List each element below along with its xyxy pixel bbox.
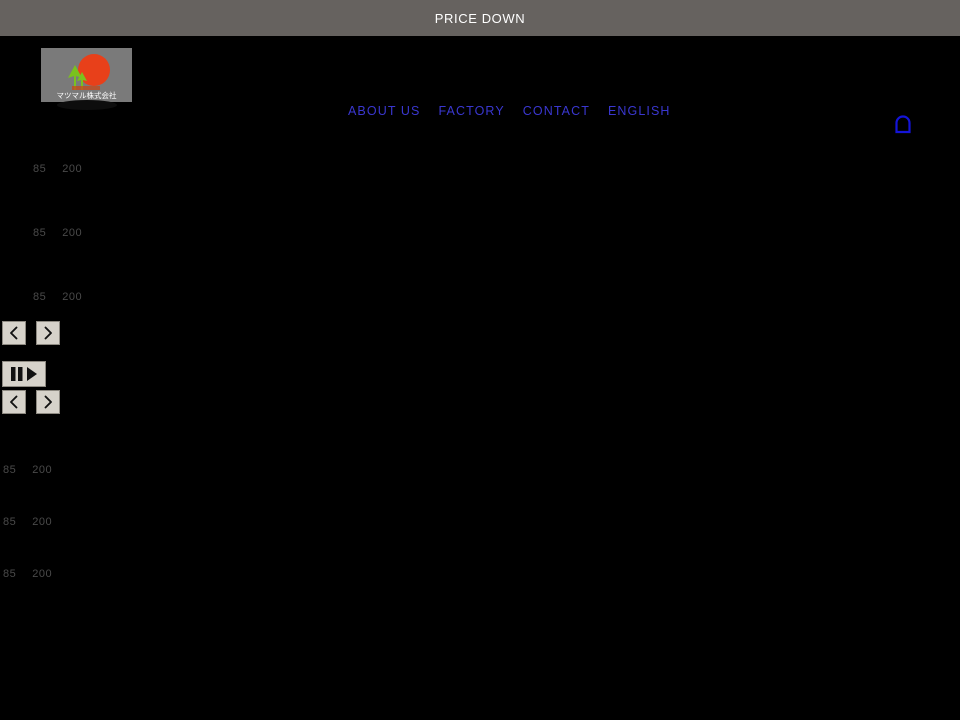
alt-code: 85 (3, 568, 17, 580)
alt-code: 85 (3, 516, 17, 528)
broken-image-alt-5[interactable]: 85 200 (3, 516, 52, 528)
alt-code: 85 (33, 291, 47, 303)
alt-value: 200 (62, 291, 83, 303)
nav-link-about-us[interactable]: ABOUT US (348, 104, 420, 118)
brand-logo[interactable]: マツマル株式会社 (41, 48, 132, 102)
broken-image-alt-4[interactable]: 85 200 (3, 464, 52, 476)
pause-play-icon (11, 367, 37, 381)
nav-link-contact[interactable]: CONTACT (523, 104, 590, 118)
brand-logo-shadow (57, 100, 117, 110)
alt-value: 200 (32, 568, 53, 580)
brand-logo-image: マツマル株式会社 (41, 48, 132, 102)
carousel-bottom-next-button[interactable] (36, 390, 61, 414)
alt-code: 85 (3, 464, 17, 476)
home-icon[interactable] (893, 114, 913, 134)
site-header: マツマル株式会社 ABOUT US FACTORY CONTACT ENGLIS… (0, 36, 960, 134)
alt-code: 85 (33, 227, 47, 239)
promo-bar-text: PRICE DOWN (434, 10, 526, 26)
alt-value: 200 (62, 227, 83, 239)
nav-link-english[interactable]: ENGLISH (608, 104, 671, 118)
carousel-bottom-prev-button[interactable] (2, 390, 26, 414)
broken-image-alt-1[interactable]: 85 200 (33, 163, 82, 175)
playpause-button[interactable] (2, 361, 46, 387)
home-icon-glyph (895, 115, 911, 134)
carousel-bottom-controls (2, 390, 61, 414)
alt-code: 85 (33, 163, 47, 175)
nav-link-factory[interactable]: FACTORY (438, 104, 504, 118)
carousel-playpause-wrap (2, 361, 46, 387)
broken-image-alt-2[interactable]: 85 200 (33, 227, 82, 239)
broken-image-alt-3[interactable]: 85 200 (33, 291, 82, 303)
chevron-right-icon (45, 395, 53, 409)
promo-bar[interactable]: PRICE DOWN (0, 0, 960, 36)
chevron-left-icon (10, 326, 18, 340)
brand-logo-company-text: マツマル株式会社 (57, 90, 117, 100)
broken-image-alt-6[interactable]: 85 200 (3, 568, 52, 580)
chevron-left-icon (10, 395, 18, 409)
chevron-right-icon (45, 326, 53, 340)
main-nav: ABOUT US FACTORY CONTACT ENGLISH (348, 104, 671, 118)
alt-value: 200 (32, 516, 53, 528)
carousel-top-controls (2, 321, 61, 345)
alt-value: 200 (62, 163, 83, 175)
carousel-top-prev-button[interactable] (2, 321, 26, 345)
alt-value: 200 (32, 464, 53, 476)
carousel-top-next-button[interactable] (36, 321, 61, 345)
